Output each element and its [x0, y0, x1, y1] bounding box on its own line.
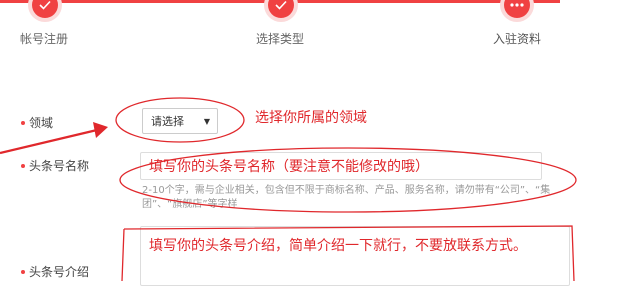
intro-textarea-value: 填写你的头条号介绍，简单介绍一下就行，不要放联系方式。	[149, 238, 527, 254]
check-icon	[275, 0, 287, 10]
more-dots-icon	[510, 3, 524, 7]
domain-select-value: 请选择	[151, 115, 184, 128]
name-hint: 2-10个字，需与企业相关，包含但不限于商标名称、产品、服务名称，请勿带有“公司…	[142, 185, 551, 210]
name-input[interactable]: 填写你的头条号名称（要注意不能修改的哦）	[140, 152, 542, 180]
caret-down-icon: ▼	[203, 116, 210, 126]
step-3-node	[504, 0, 530, 18]
required-dot	[21, 121, 25, 125]
step-2-label: 选择类型	[256, 32, 305, 46]
required-dot	[21, 270, 25, 274]
arrow-head-icon	[93, 122, 108, 138]
name-input-value: 填写你的头条号名称（要注意不能修改的哦）	[149, 159, 429, 175]
domain-annotation: 选择你所属的领域	[255, 110, 367, 126]
arrow-shaft	[0, 128, 98, 155]
step-1-label: 帐号注册	[20, 32, 69, 46]
domain-select[interactable]: 请选择 ▼	[142, 108, 218, 134]
step-1-node	[32, 0, 58, 18]
step-2-node	[268, 0, 294, 18]
check-icon	[39, 0, 51, 10]
required-dot	[21, 164, 25, 168]
name-label: 头条号名称	[29, 159, 90, 173]
intro-label: 头条号介绍	[29, 265, 90, 279]
step-3-label: 入驻资料	[493, 32, 542, 46]
domain-label: 领域	[29, 116, 54, 130]
intro-textarea[interactable]: 填写你的头条号介绍，简单介绍一下就行，不要放联系方式。	[140, 226, 570, 286]
